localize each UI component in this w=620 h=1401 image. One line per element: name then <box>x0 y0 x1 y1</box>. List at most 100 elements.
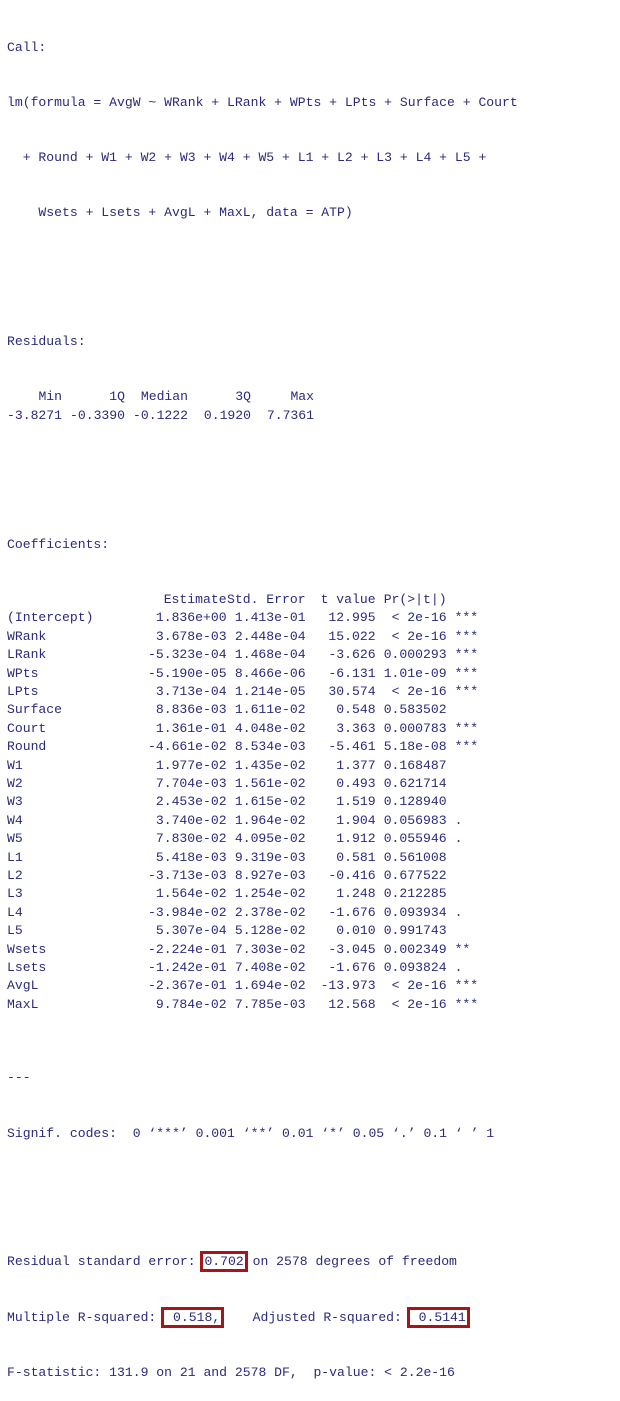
coef-term: L4 <box>7 904 23 920</box>
header-term <box>7 591 148 609</box>
coef-std-error: 1.254e-02 <box>234 886 306 902</box>
coef-t-value: -1.676 <box>328 904 376 920</box>
coef-signif: *** <box>454 739 479 755</box>
coef-t-value: -5.461 <box>328 739 376 755</box>
coef-t-value: 0.010 <box>336 923 376 939</box>
coef-p-value: 0.212285 <box>383 886 447 902</box>
coefficient-row: Lsets -1.242e-01 7.408e-02 -1.676 0.093824. <box>7 959 495 977</box>
coef-p-value: < 2e-16 <box>391 683 447 699</box>
coefficient-row: WRank 3.678e-03 2.448e-04 15.022 < 2e-16 *** <box>7 628 495 646</box>
coef-t-value: 1.904 <box>336 812 376 828</box>
coef-t-value: -3.626 <box>328 647 376 663</box>
coef-t-value: -1.676 <box>328 960 376 975</box>
coefficient-row: Round -4.661e-02 8.534e-03 -5.461 5.18e-08 **… <box>7 738 495 756</box>
rse-label: Residual standard error: <box>7 1254 204 1270</box>
coef-std-error: 1.413e-01 <box>234 610 306 626</box>
coef-signif <box>447 849 495 867</box>
coef-t-value: 3.363 <box>336 720 376 736</box>
coef-p-value: 5.18e-08 <box>383 739 447 755</box>
coefficient-row: LRank -5.323e-04 1.468e-04 -3.626 0.000293 **… <box>7 646 495 664</box>
coef-term: W5 <box>7 831 23 847</box>
call-formula-line-1: lm(formula = AvgW ~ WRank + LRank + WPts… <box>7 95 518 111</box>
coef-std-error: 1.214e-05 <box>234 683 306 699</box>
coef-signif: *** <box>454 628 479 644</box>
coef-term: Wsets <box>7 941 47 957</box>
coefficient-row: W2 7.704e-03 1.561e-02 0.493 0.621714 <box>7 775 495 793</box>
residuals-value-row: -3.8271 -0.3390 -0.1222 0.1920 7.7361 <box>7 407 314 425</box>
coef-term: (Intercept) <box>7 610 94 626</box>
coef-term: L1 <box>7 849 23 865</box>
coef-term: L3 <box>7 886 23 902</box>
coef-p-value: 0.128940 <box>383 794 447 810</box>
r2-value-highlighted: 0.518, <box>161 1306 225 1328</box>
coefficient-row: L3 1.564e-02 1.254e-02 1.248 0.212285 <box>7 885 495 903</box>
residuals-min: -3.8271 <box>7 407 63 423</box>
call-label: Call: <box>7 39 47 55</box>
coef-signif: *** <box>454 996 479 1012</box>
coefficient-row: L5 5.307e-04 5.128e-02 0.010 0.991743 <box>7 922 495 940</box>
coef-std-error: 7.303e-02 <box>234 941 306 957</box>
coef-t-value: -6.131 <box>328 665 376 681</box>
coef-term: W1 <box>7 757 23 773</box>
coef-estimate: -2.224e-01 <box>148 941 227 957</box>
coefficient-row: Wsets -2.224e-01 7.303e-02 -3.045 0.002349 ** <box>7 941 495 959</box>
adj-r2-value-highlighted: 0.5141 <box>406 1306 470 1328</box>
signif-codes-legend: Signif. codes: 0 ‘***’ 0.001 ‘**’ 0.01 ‘… <box>7 1125 495 1141</box>
coef-std-error: 4.048e-02 <box>234 720 306 736</box>
coef-p-value: < 2e-16 <box>391 628 447 644</box>
coef-estimate: 3.740e-02 <box>155 812 227 828</box>
coef-estimate: 3.678e-03 <box>155 628 227 644</box>
coef-term: MaxL <box>7 996 39 1012</box>
coef-term: W4 <box>7 812 23 828</box>
coefficient-row: LPts 3.713e-04 1.214e-05 30.574 < 2e-16 *** <box>7 683 495 701</box>
coef-std-error: 2.448e-04 <box>234 628 306 644</box>
residuals-header-row: Min 1Q Median 3Q Max <box>7 388 314 406</box>
adj-r2-label: Adjusted R-squared: <box>221 1309 410 1325</box>
coefficient-row: AvgL -2.367e-01 1.694e-02 -13.973 < 2e-16 *** <box>7 977 495 995</box>
coef-std-error: 8.534e-03 <box>234 739 306 755</box>
residuals-3q: 0.1920 <box>203 407 252 423</box>
header-std-error: Std. Error <box>227 591 306 607</box>
coef-t-value: 30.574 <box>328 683 376 699</box>
coefficients-label: Coefficients: <box>7 536 110 552</box>
residuals-header-median: Median <box>140 389 189 405</box>
coef-term: Court <box>7 720 47 736</box>
coef-p-value: 0.677522 <box>383 867 447 883</box>
residuals-label: Residuals: <box>7 334 86 350</box>
coef-signif: *** <box>454 978 479 994</box>
coef-std-error: 5.128e-02 <box>234 923 306 939</box>
coefficient-row: L1 5.418e-03 9.319e-03 0.581 0.561008 <box>7 849 495 867</box>
coef-t-value: -0.416 <box>328 867 376 883</box>
coef-t-value: 1.912 <box>336 831 376 847</box>
coef-std-error: 1.561e-02 <box>234 775 306 791</box>
residual-standard-error-line: Residual standard error: 0.702 on 2578 d… <box>7 1251 518 1273</box>
coef-estimate: 8.836e-03 <box>155 702 227 718</box>
separator: --- <box>7 1070 31 1086</box>
coef-estimate: -4.661e-02 <box>148 739 227 755</box>
coef-signif: . <box>454 960 463 975</box>
coef-p-value: 0.621714 <box>383 775 447 791</box>
coef-term: Surface <box>7 702 63 718</box>
coef-term: WPts <box>7 665 39 681</box>
coef-t-value: 12.568 <box>328 996 376 1012</box>
coef-std-error: 7.408e-02 <box>234 960 306 975</box>
coef-signif <box>447 775 495 793</box>
coef-std-error: 1.615e-02 <box>234 794 306 810</box>
coef-p-value: 0.561008 <box>383 849 447 865</box>
coef-term: W3 <box>7 794 23 810</box>
coef-p-value: < 2e-16 <box>391 978 447 994</box>
coef-estimate: -1.242e-01 <box>148 960 227 975</box>
coef-std-error: 1.435e-02 <box>234 757 306 773</box>
coef-estimate: 5.307e-04 <box>155 923 227 939</box>
coef-signif <box>447 922 495 940</box>
coef-signif <box>447 701 495 719</box>
coef-p-value: < 2e-16 <box>391 996 447 1012</box>
coef-p-value: < 2e-16 <box>391 610 447 626</box>
coef-signif <box>447 867 495 885</box>
coef-std-error: 1.468e-04 <box>234 647 306 663</box>
coef-std-error: 7.785e-03 <box>234 996 306 1012</box>
coef-term: AvgL <box>7 978 39 994</box>
residuals-table: Min 1Q Median 3Q Max -3.8271 -0.3390 -0.… <box>7 388 314 425</box>
